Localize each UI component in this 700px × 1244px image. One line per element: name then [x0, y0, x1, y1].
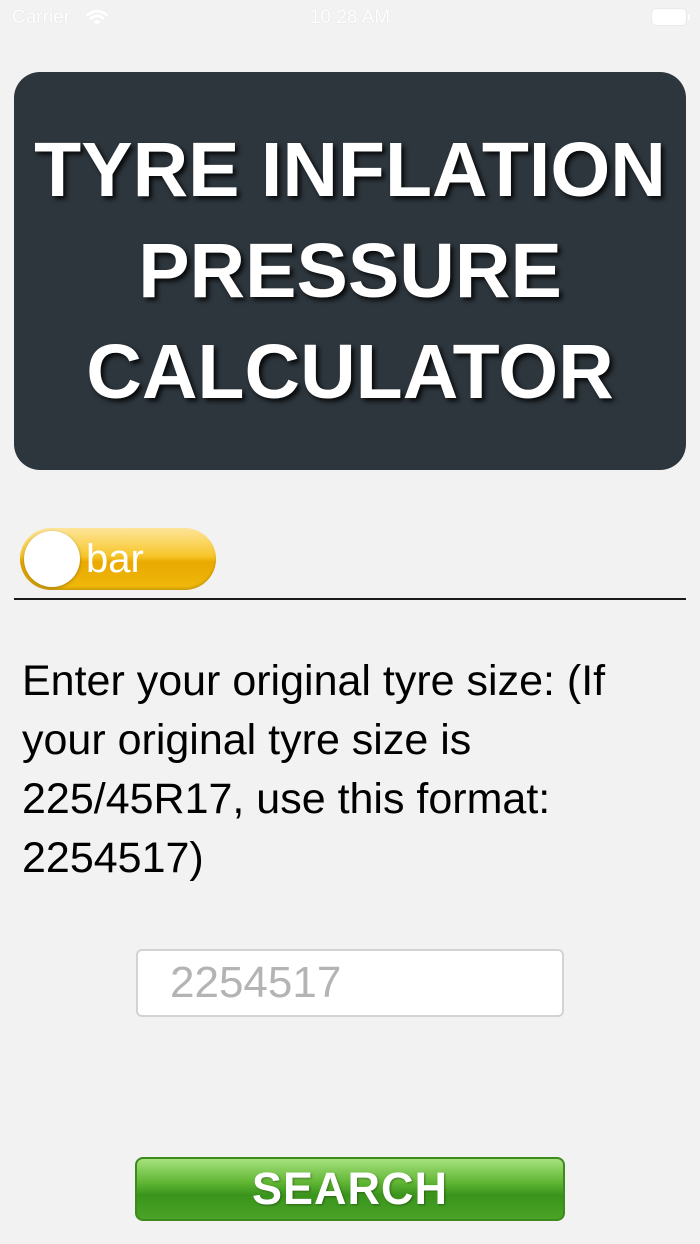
battery-icon [652, 9, 690, 25]
unit-toggle-switch[interactable]: bar [20, 528, 216, 590]
tyre-size-input[interactable] [136, 949, 564, 1017]
status-bar: Carrier 10:28 AM [0, 0, 700, 36]
tyre-size-instructions: Enter your original tyre size: (If your … [22, 657, 606, 882]
search-button[interactable]: SEARCH [135, 1157, 565, 1221]
status-time: 10:28 AM [309, 7, 391, 28]
toggle-knob[interactable] [24, 531, 80, 587]
title-banner: TYRE INFLATION PRESSURE CALCULATOR [14, 72, 686, 470]
unit-toggle-label: bar [86, 537, 144, 581]
app-title: TYRE INFLATION PRESSURE CALCULATOR [34, 126, 666, 415]
section-divider [14, 598, 686, 600]
